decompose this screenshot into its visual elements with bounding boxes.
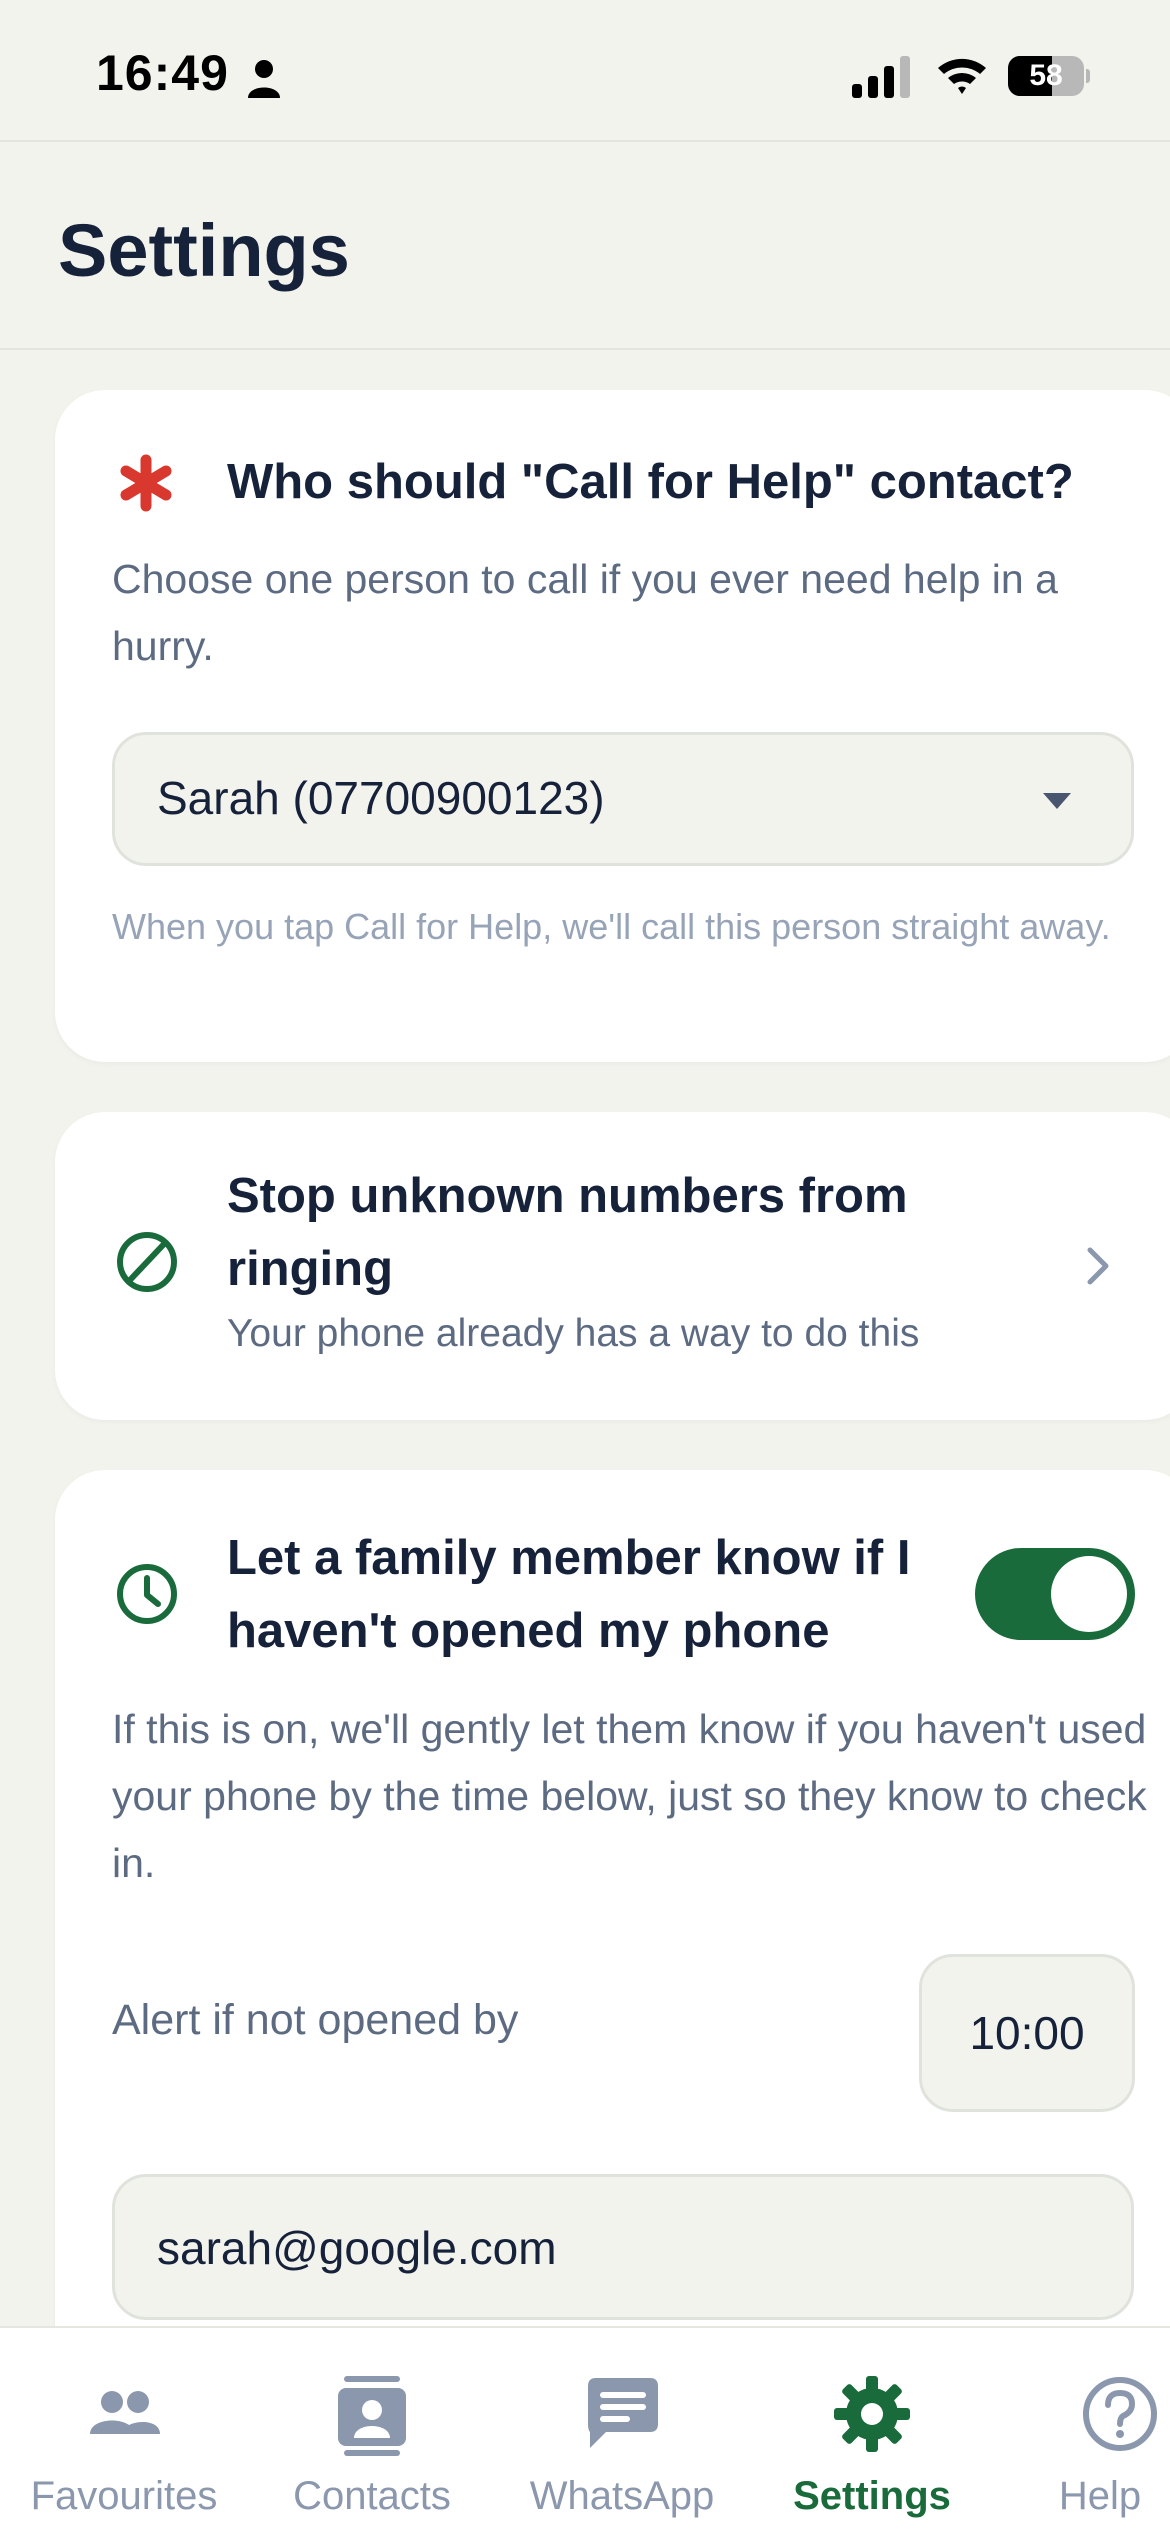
inactivity-alert-title: Let a family member know if I haven't op… <box>227 1531 911 1658</box>
alert-time-picker[interactable]: 10:00 <box>919 1954 1135 2112</box>
asterisk-icon <box>120 454 172 512</box>
contact-select[interactable]: Sarah (07700900123) <box>112 732 1134 866</box>
gear-icon <box>834 2376 910 2452</box>
toggle-knob <box>1051 1556 1127 1632</box>
status-time: 16:49 <box>96 45 229 101</box>
status-bar: 16:49 58 <box>0 0 1170 140</box>
tab-label: Contacts <box>293 2474 451 2518</box>
tab-whatsapp[interactable]: WhatsApp <box>496 2328 748 2532</box>
people-icon <box>90 2391 160 2434</box>
call-for-help-description: Choose one person to call if you ever ne… <box>112 556 1058 669</box>
bottom-tab-bar: Favourites Contacts WhatsApp Settings He… <box>0 2326 1170 2532</box>
tab-settings[interactable]: Settings <box>748 2328 996 2532</box>
header: Settings <box>0 140 1170 350</box>
question-icon <box>1083 2377 1157 2451</box>
unknown-numbers-title: Stop unknown numbers from ringing <box>227 1169 908 1296</box>
call-for-help-card: Who should "Call for Help" contact? Choo… <box>55 390 1170 1062</box>
selected-contact: Sarah (07700900123) <box>157 772 605 824</box>
call-for-help-title: Who should "Call for Help" contact? <box>227 455 1074 509</box>
chat-bubble-icon <box>588 2378 658 2448</box>
contact-card-icon <box>338 2376 406 2456</box>
battery-level: 58 <box>1029 59 1063 92</box>
tab-favourites[interactable]: Favourites <box>0 2328 248 2532</box>
inactivity-alert-description: If this is on, we'll gently let them kno… <box>112 1706 1147 1886</box>
cellular-signal-icon <box>852 56 910 98</box>
tab-help[interactable]: Help <box>1050 2328 1170 2532</box>
tab-contacts[interactable]: Contacts <box>248 2328 496 2532</box>
inactivity-alert-toggle[interactable] <box>975 1548 1135 1640</box>
alert-time-label: Alert if not opened by <box>112 1996 519 2044</box>
page-title: Settings <box>58 209 350 292</box>
wifi-icon <box>938 58 986 94</box>
block-icon <box>117 1232 177 1292</box>
email-field[interactable]: sarah@google.com <box>112 2174 1134 2320</box>
inactivity-alert-card: Let a family member know if I haven't op… <box>55 1470 1170 2470</box>
caret-down-icon <box>1043 793 1071 809</box>
unknown-numbers-subtitle: Your phone already has a way to do this <box>227 1312 920 1355</box>
chevron-right-icon <box>1087 1247 1109 1285</box>
tab-label: Help <box>1058 2474 1142 2518</box>
tab-label: Settings <box>793 2474 951 2518</box>
email-value: sarah@google.com <box>157 2222 557 2274</box>
battery-indicator: 58 <box>1008 56 1090 96</box>
person-icon <box>248 60 280 98</box>
tab-label: Favourites <box>30 2474 218 2518</box>
clock-icon <box>117 1564 177 1624</box>
tab-label: WhatsApp <box>529 2474 715 2518</box>
unknown-numbers-card[interactable]: Stop unknown numbers from ringing Your p… <box>55 1112 1170 1420</box>
call-for-help-hint: When you tap Call for Help, we'll call t… <box>112 906 1111 947</box>
